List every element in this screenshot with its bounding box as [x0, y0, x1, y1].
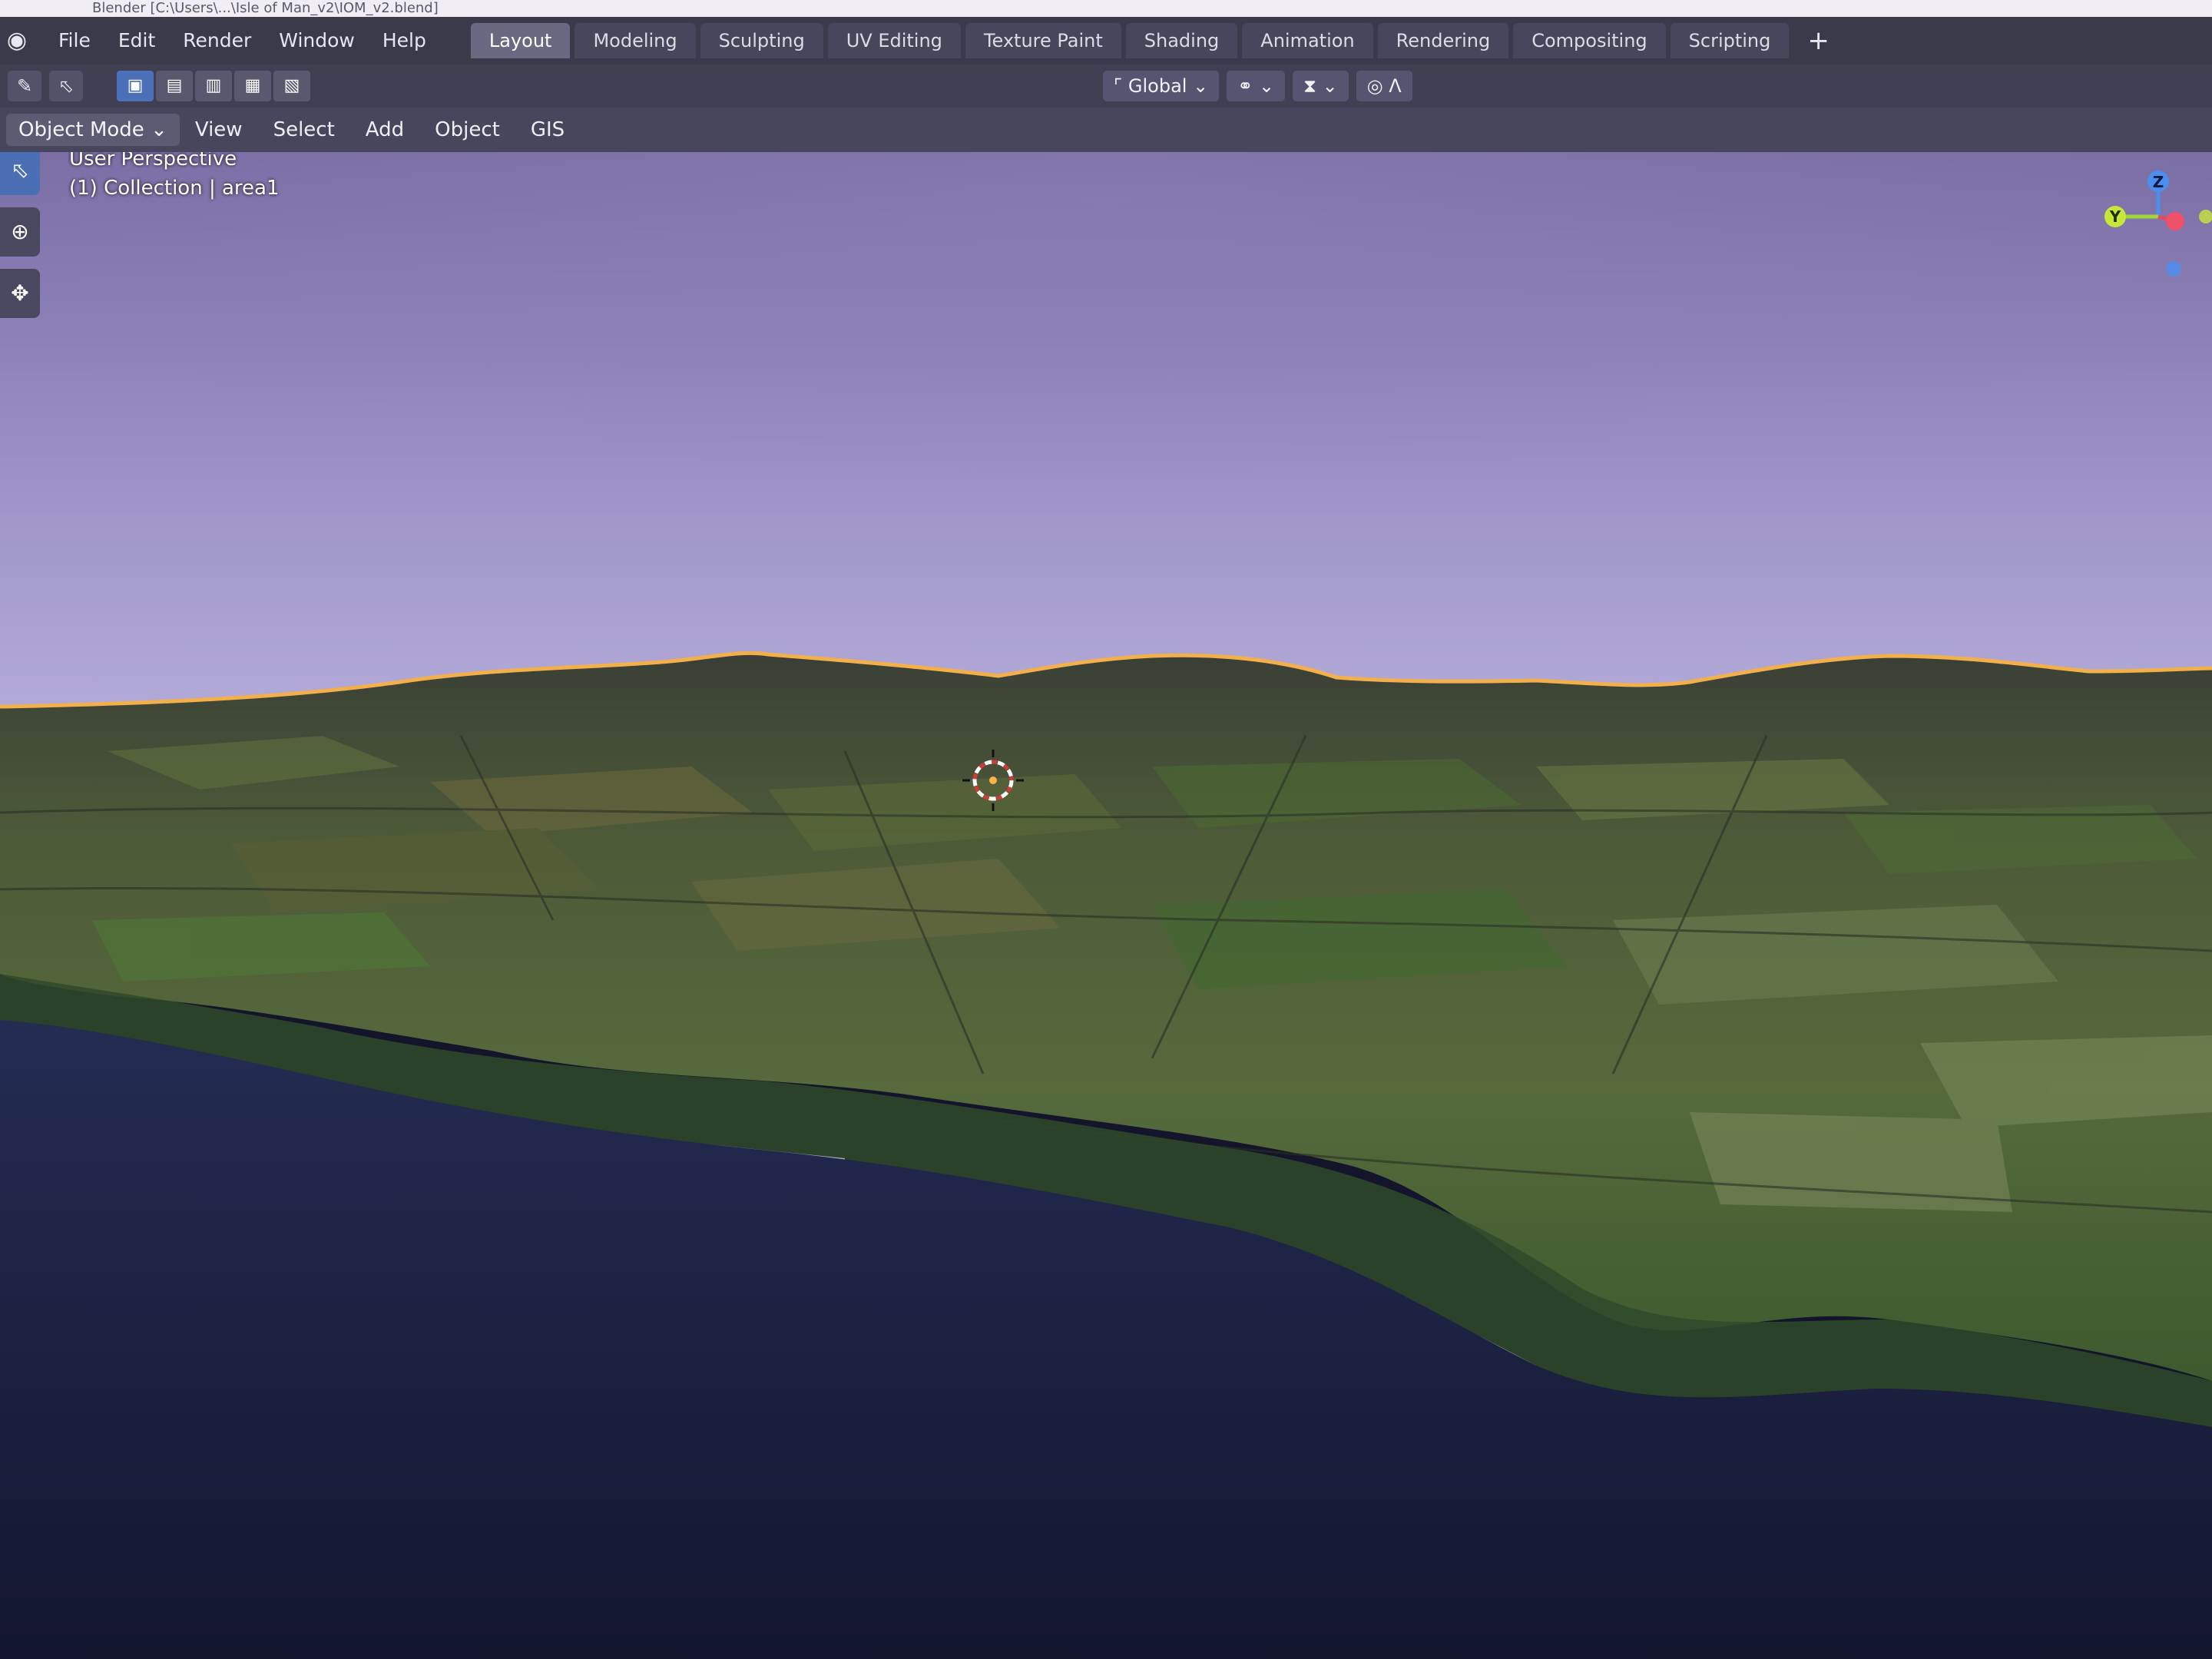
- gizmo-y-label: Y: [2109, 207, 2121, 226]
- gizmo-x-handle[interactable]: [2166, 212, 2184, 230]
- navigation-gizmo[interactable]: Z Y: [2089, 160, 2212, 290]
- tab-compositing[interactable]: Compositing: [1513, 23, 1666, 58]
- top-menu-bar: ◉ File Edit Render Window Help Layout Mo…: [0, 17, 2212, 65]
- tab-layout[interactable]: Layout: [470, 23, 571, 58]
- add-menu[interactable]: Add: [350, 108, 419, 152]
- tab-texture-paint[interactable]: Texture Paint: [965, 23, 1121, 58]
- view-name: User Perspective: [69, 152, 237, 171]
- sky-glow: [0, 152, 2212, 613]
- workspace-tabs: Layout Modeling Sculpting UV Editing Tex…: [470, 23, 1843, 58]
- select-intersect-icon[interactable]: ▧: [273, 71, 310, 101]
- object-mode-label: Object Mode: [18, 118, 144, 141]
- tab-scripting[interactable]: Scripting: [1670, 23, 1790, 58]
- viewport-info: User Perspective (1) Collection | area1: [69, 152, 280, 203]
- select-menu[interactable]: Select: [258, 108, 350, 152]
- tab-sculpting[interactable]: Sculpting: [700, 23, 823, 58]
- left-toolbar: ⬁ ⊕ ✥: [0, 152, 40, 330]
- chevron-down-icon: ⌄: [1193, 75, 1209, 97]
- gizmo-neg-z-handle[interactable]: [2166, 261, 2181, 276]
- move-tool-icon[interactable]: ✥: [0, 269, 40, 318]
- proportional-edit-icon[interactable]: ◎ Λ: [1356, 71, 1412, 101]
- transform-tools: ⌜ Global ⌄ ⚭ ⌄ ⧗ ⌄ ◎ Λ: [1103, 71, 1412, 101]
- pivot-icon[interactable]: ⚭ ⌄: [1227, 71, 1286, 101]
- tab-animation[interactable]: Animation: [1242, 23, 1373, 58]
- orientation-value: Global: [1128, 75, 1187, 97]
- 3d-viewport[interactable]: User Perspective (1) Collection | area1 …: [0, 152, 2212, 1659]
- cursor-tool-icon[interactable]: ⊕: [0, 207, 40, 257]
- select-box-tool-icon[interactable]: ⬁: [49, 71, 83, 101]
- title-bar: Blender [C:\Users\...\Isle of Man_v2\IOM…: [0, 0, 2212, 17]
- menu-edit[interactable]: Edit: [104, 17, 169, 65]
- editor-type-icon[interactable]: ✎: [8, 71, 41, 101]
- gizmo-z-label: Z: [2153, 173, 2164, 191]
- select-tool-icon[interactable]: ⬁: [0, 152, 40, 195]
- select-subtract-icon[interactable]: ▥: [195, 71, 232, 101]
- tab-modeling[interactable]: Modeling: [575, 23, 696, 58]
- tab-rendering[interactable]: Rendering: [1377, 23, 1509, 58]
- title-text: Blender [C:\Users\...\Isle of Man_v2\IOM…: [92, 0, 439, 16]
- menu-file[interactable]: File: [45, 17, 104, 65]
- orientation-icon: ⌜: [1114, 75, 1123, 97]
- selection-mode-group: ▣ ▤ ▥ ▦ ▧: [117, 71, 310, 101]
- view-menu[interactable]: View: [180, 108, 258, 152]
- menu-render[interactable]: Render: [169, 17, 265, 65]
- chevron-down-icon: ⌄: [151, 118, 167, 141]
- collection-label: (1) Collection | area1: [69, 177, 280, 200]
- transform-orientation-dropdown[interactable]: ⌜ Global ⌄: [1103, 71, 1220, 101]
- object-mode-dropdown[interactable]: Object Mode ⌄: [6, 114, 180, 146]
- terrain-scene[interactable]: [0, 152, 2212, 1659]
- tab-uv-editing[interactable]: UV Editing: [827, 23, 961, 58]
- select-extend-icon[interactable]: ▤: [156, 71, 193, 101]
- object-menu[interactable]: Object: [419, 108, 515, 152]
- select-invert-icon[interactable]: ▦: [234, 71, 271, 101]
- gis-menu[interactable]: GIS: [515, 108, 580, 152]
- select-new-icon[interactable]: ▣: [117, 71, 154, 101]
- tool-settings-bar: ✎ ⬁ ▣ ▤ ▥ ▦ ▧ ⌜ Global ⌄ ⚭ ⌄ ⧗ ⌄ ◎ Λ: [0, 65, 2212, 108]
- add-workspace-button[interactable]: +: [1793, 23, 1843, 58]
- viewport-header: Object Mode ⌄ View Select Add Object GIS: [0, 108, 2212, 152]
- snap-icon[interactable]: ⧗ ⌄: [1293, 71, 1349, 101]
- tab-shading[interactable]: Shading: [1125, 23, 1238, 58]
- blender-window: Blender [C:\Users\...\Isle of Man_v2\IOM…: [0, 0, 2212, 1659]
- blender-logo-icon[interactable]: ◉: [3, 27, 31, 55]
- menu-window[interactable]: Window: [265, 17, 369, 65]
- menu-help[interactable]: Help: [369, 17, 440, 65]
- gizmo-neg-y-handle[interactable]: [2199, 210, 2212, 224]
